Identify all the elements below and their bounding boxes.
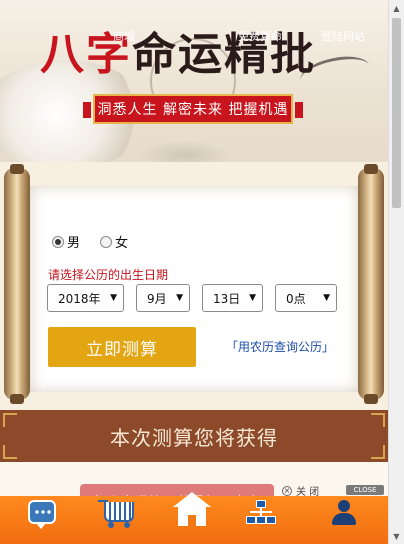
gender-label-male: 男	[67, 236, 81, 251]
network-link	[250, 511, 272, 513]
month-select[interactable]: 9月 ▼	[136, 284, 190, 312]
nav-label-mall: 商城	[113, 30, 135, 43]
cart-wheel	[108, 522, 114, 528]
cart-wheel	[124, 522, 130, 528]
birth-date-label: 请选择公历的出生日期	[48, 268, 169, 282]
scrollbar-thumb[interactable]	[392, 18, 401, 208]
radio-checked-icon[interactable]	[52, 235, 64, 248]
nav-item-free-reading[interactable]: 免费算命	[226, 0, 294, 48]
dropdown-arrow-icon: ▼	[110, 293, 117, 303]
year-select[interactable]: 2018年 ▼	[47, 284, 124, 312]
flower-shadow-decoration	[140, 140, 230, 162]
network-node	[256, 500, 266, 508]
day-select[interactable]: 13日 ▼	[202, 284, 263, 312]
dropdown-arrow-icon: ▼	[176, 293, 183, 303]
network-node	[246, 516, 256, 524]
vertical-scrollbar[interactable]: ▲ ▼	[388, 0, 404, 544]
nav-item-mall[interactable]: 商城	[92, 0, 156, 48]
day-select-value: 13日	[213, 291, 241, 306]
nav-item-login-site[interactable]: 登陆网站	[306, 0, 380, 48]
nav-item-chat[interactable]	[14, 0, 68, 48]
gender-selector: 男 女	[52, 232, 148, 251]
user-body	[332, 513, 356, 525]
user-icon[interactable]	[330, 500, 358, 526]
scroll-rod-left	[4, 164, 30, 404]
results-section-title: 本次测算您将获得	[110, 425, 278, 450]
scroll-rod-right	[358, 164, 384, 404]
year-select-value: 2018年	[58, 291, 101, 306]
form-paper: 男 女 请选择公历的出生日期 2018年 ▼ 9月 ▼ 13日 ▼ 0点 ▼ 立…	[30, 186, 358, 392]
results-section-header: 本次测算您将获得	[0, 410, 388, 462]
user-head	[338, 500, 350, 512]
shopping-cart-icon[interactable]	[98, 500, 134, 528]
close-icon[interactable]: ×	[282, 485, 292, 496]
hour-select[interactable]: 0点 ▼	[275, 284, 337, 312]
banner-slogan: 洞悉人生 解密未来 把握机遇	[83, 94, 303, 124]
gender-option-male[interactable]: 男	[52, 232, 80, 251]
lunar-query-link[interactable]: 「用农历查询公历」	[226, 338, 334, 355]
network-node	[256, 516, 266, 524]
hour-select-value: 0点	[286, 291, 306, 306]
scroll-up-arrow-icon[interactable]: ▲	[389, 0, 404, 16]
dropdown-arrow-icon: ▼	[249, 293, 256, 303]
scroll-down-arrow-icon[interactable]: ▼	[389, 528, 404, 544]
birth-date-selects: 2018年 ▼ 9月 ▼ 13日 ▼ 0点 ▼	[47, 284, 337, 312]
page: 八字命运精批 洞悉人生 解密未来 把握机遇 男 女 请选择公历的出生日期 201…	[0, 0, 404, 544]
home-icon[interactable]	[173, 492, 211, 526]
home-door	[188, 515, 196, 526]
banner-slogan-text: 洞悉人生 解密未来 把握机遇	[97, 102, 289, 118]
network-icon[interactable]	[246, 500, 276, 526]
network-node	[266, 516, 276, 524]
dropdown-arrow-icon: ▼	[323, 293, 330, 303]
gender-option-female[interactable]: 女	[100, 232, 128, 251]
month-select-value: 9月	[147, 291, 167, 306]
nav-label-free-reading: 免费算命	[238, 30, 282, 43]
chat-dots	[34, 510, 52, 514]
chat-bubble-icon[interactable]	[28, 500, 56, 529]
nav-item-home[interactable]	[164, 0, 220, 48]
calculate-button[interactable]: 立即测算	[48, 327, 196, 367]
birth-form-scroll: 男 女 请选择公历的出生日期 2018年 ▼ 9月 ▼ 13日 ▼ 0点 ▼ 立…	[0, 162, 388, 410]
gender-label-female: 女	[115, 236, 129, 251]
ad-close-badge[interactable]: CLOSE	[346, 485, 384, 495]
radio-unchecked-icon[interactable]	[100, 235, 113, 248]
nav-label-login-site: 登陆网站	[321, 30, 365, 43]
